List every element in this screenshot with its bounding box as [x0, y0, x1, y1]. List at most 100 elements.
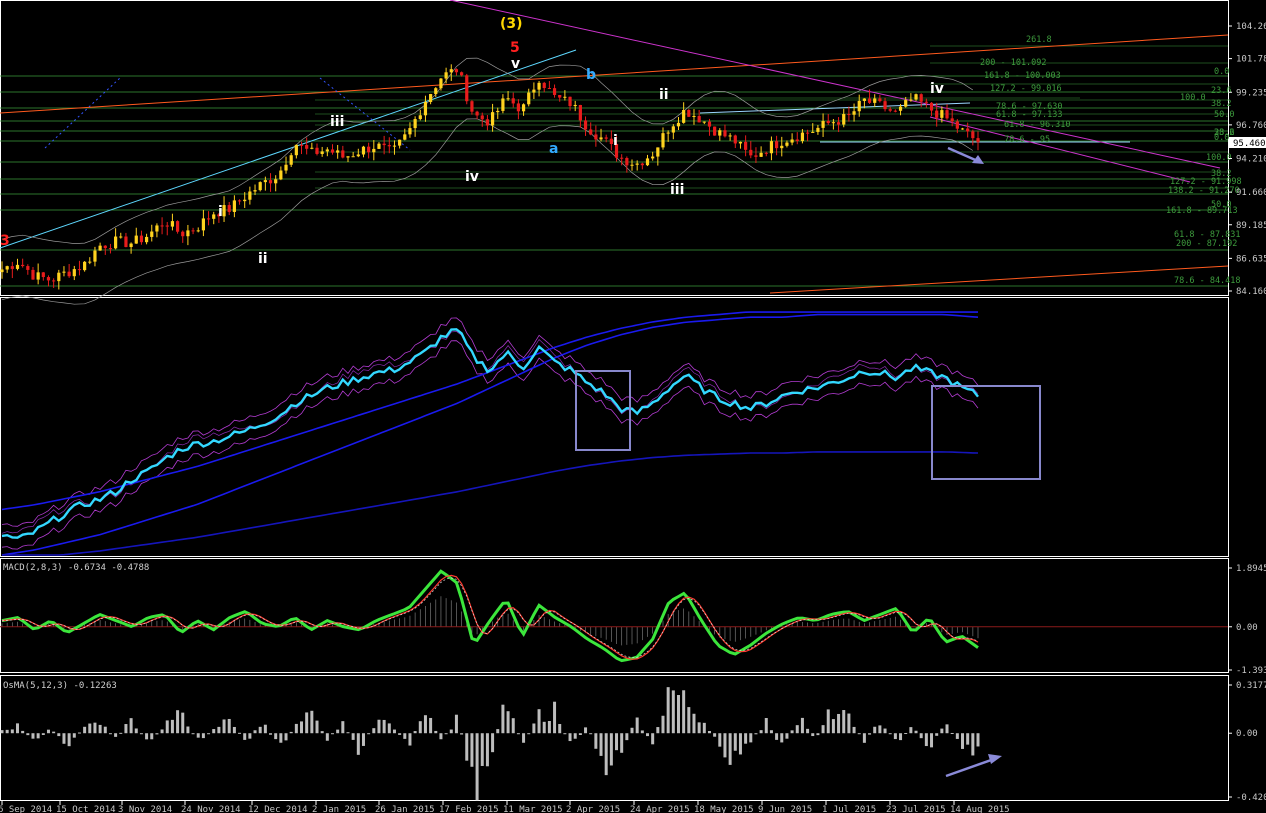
osma-bar [139, 733, 143, 735]
candle-body [682, 110, 686, 123]
osma-bar [847, 713, 851, 734]
osma-bar [873, 726, 877, 734]
candle-body [346, 156, 350, 158]
osma-bar [542, 721, 546, 734]
candle-body [470, 101, 474, 112]
osma-bar [439, 733, 443, 740]
candle-body [552, 88, 557, 95]
osma-bar [176, 710, 180, 734]
osc-blue-slow [1, 313, 979, 556]
candle-body [790, 139, 794, 143]
osma-bar [775, 733, 779, 740]
osma-bar [454, 714, 458, 734]
osma-bar [651, 733, 655, 745]
time-tick-label: 14 Aug 2015 [950, 805, 1010, 813]
osma-bar [62, 733, 66, 744]
fib-label: 200 - 87.192 [1176, 239, 1237, 249]
candle-body [852, 111, 856, 115]
candle-body [966, 128, 970, 132]
osma-bar [294, 723, 298, 734]
price-tick-label: 86.635 [1236, 254, 1266, 264]
current-price-label: 95.460 [1233, 139, 1266, 149]
candle-body [914, 94, 918, 100]
candle-body [387, 145, 391, 147]
candle-body [108, 248, 113, 250]
osma-bar [470, 733, 474, 767]
osma-bar [300, 721, 304, 734]
candle-body [83, 261, 87, 271]
candle-body [924, 101, 928, 103]
candle-body [671, 126, 675, 133]
candle-body [52, 280, 56, 282]
macd-tick-label: 0.00 [1236, 623, 1258, 633]
osma-bar [77, 732, 81, 734]
osma-bar [305, 712, 309, 734]
candle-body [547, 88, 551, 90]
candle-body [821, 121, 825, 128]
candle-body [805, 132, 810, 134]
candle-body [898, 106, 903, 111]
osma-bar [604, 733, 608, 776]
candle-body [733, 135, 737, 144]
fib-label: 161.8 - 89.713 [1166, 206, 1238, 216]
osma-bar [537, 709, 541, 734]
osma-tick-label: -0.42030 [1236, 793, 1266, 803]
wave-label: ii [258, 251, 268, 267]
osma-bar [377, 719, 381, 734]
osma-bar [398, 733, 402, 735]
osma-bar [170, 719, 174, 734]
candle-body [707, 121, 712, 127]
candle-body [0, 269, 4, 273]
osma-bar [460, 733, 464, 735]
osma-bar [769, 730, 773, 734]
candle-body [676, 122, 681, 127]
time-tick-label: 11 Mar 2015 [503, 805, 563, 813]
macd-tick-label: -1.3933 [1236, 666, 1266, 676]
candle-body [26, 266, 30, 270]
osma-bar [403, 733, 407, 739]
fib-label: 100.0 [1180, 93, 1206, 103]
osma-bar [315, 720, 319, 734]
candle-body [749, 149, 753, 156]
trading-chart: (3)5vbaiiiiviii3iiiiiiiv 261.8200 - 101.… [0, 0, 1266, 813]
osma-bar [955, 733, 959, 739]
osma-bar [21, 730, 25, 734]
osma-tick-label: 0.31775 [1236, 681, 1266, 691]
candle-body [21, 264, 25, 267]
osma-bar [532, 723, 536, 734]
candle-body [237, 200, 242, 202]
candle-body [537, 82, 541, 90]
candle-body [320, 151, 324, 154]
candle-body [625, 158, 629, 166]
wave-label: iii [670, 182, 684, 198]
osma-bar [511, 718, 515, 734]
candle-body [418, 115, 422, 120]
candle-body [893, 110, 897, 112]
fibonacci-levels [0, 45, 1228, 287]
candle-body [785, 142, 789, 146]
osma-bar [201, 733, 205, 739]
osma-bar [5, 729, 9, 734]
candle-body [604, 137, 608, 139]
osma-bar [284, 733, 288, 741]
osma-bar [212, 729, 216, 734]
candle-body [485, 119, 490, 126]
candle-body [630, 164, 634, 166]
osma-bar [842, 710, 846, 734]
candle-body [516, 103, 521, 112]
osma-bar [852, 726, 856, 734]
wave-label: i [613, 133, 618, 149]
osc-envelope-upper [1, 317, 979, 527]
fib-label: 61.8 - 96.310 [1004, 120, 1071, 130]
osma-bar [150, 733, 154, 740]
candle-body [299, 144, 304, 146]
osma-bar [656, 727, 660, 734]
candle-body [475, 111, 479, 116]
candle-body [976, 138, 980, 143]
osma-bar [950, 732, 954, 734]
osma-bar [325, 733, 329, 741]
osma-bar [682, 690, 686, 734]
osma-bar [945, 724, 949, 734]
osma-bar [191, 733, 195, 735]
osma-bar [449, 729, 453, 734]
